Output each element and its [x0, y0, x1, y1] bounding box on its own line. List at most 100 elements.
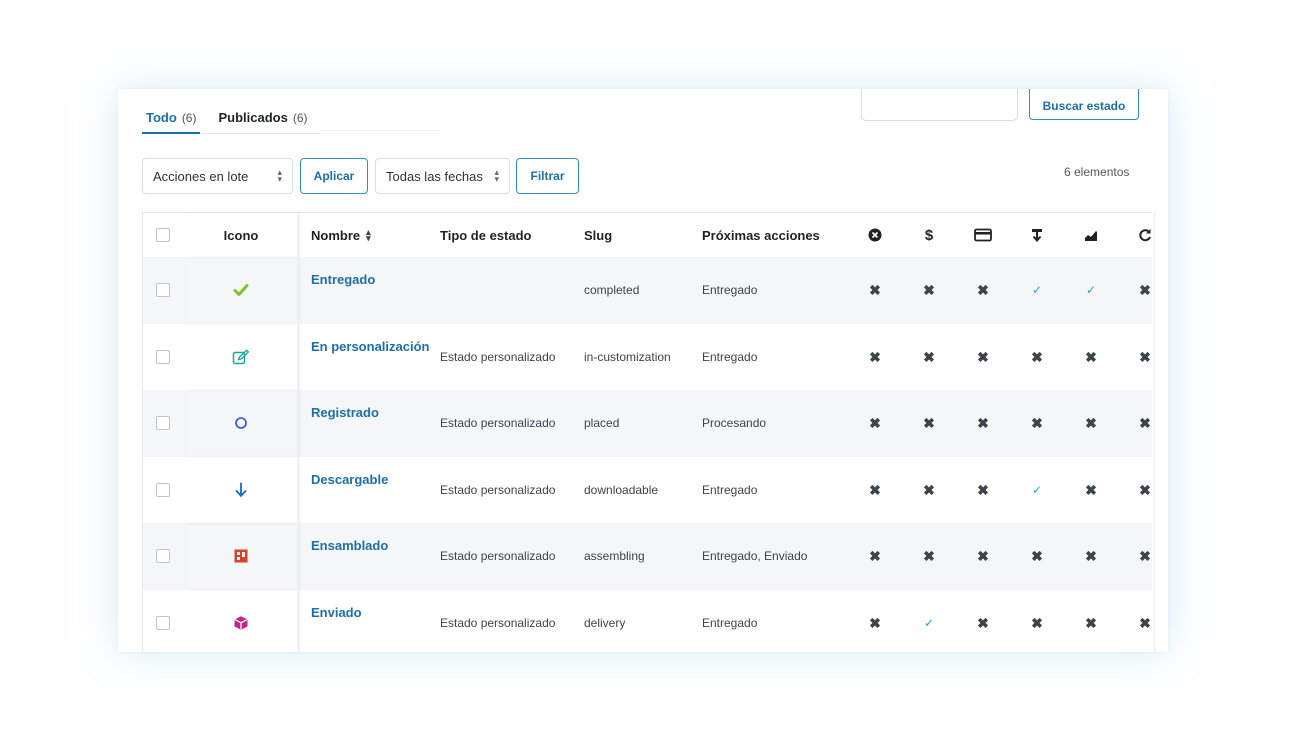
check-mark-icon: ✓	[1031, 482, 1043, 497]
row-flag-cancelled: ✖	[848, 257, 902, 324]
row-flag-paid: ✖	[902, 457, 956, 524]
row-flag-paid: ✖	[902, 390, 956, 457]
date-filter-select[interactable]: Todas las fechas ▴ ▾	[375, 158, 510, 194]
row-checkbox[interactable]	[156, 482, 170, 497]
row-name-cell: Enviado	[299, 590, 440, 653]
row-flag-cancelled: ✖	[848, 390, 902, 457]
search-input[interactable]	[861, 89, 1018, 121]
row-slug-cell: completed	[584, 257, 702, 324]
status-name-link[interactable]: Entregado	[311, 272, 375, 287]
row-flag-download: ✖	[1010, 590, 1064, 653]
row-name-cell: Descargable	[299, 457, 440, 524]
status-type: Estado personalizado	[440, 549, 556, 564]
x-mark-icon: ✖	[1139, 415, 1151, 432]
select-all-checkbox[interactable]	[156, 228, 170, 242]
row-checkbox[interactable]	[156, 549, 170, 564]
tab-published[interactable]: Publicados (6)	[214, 107, 311, 133]
row-icon-cell	[185, 257, 299, 324]
row-check-cell	[143, 523, 185, 590]
row-next-cell: Entregado	[702, 324, 848, 391]
status-name-link[interactable]: Registrado	[311, 405, 379, 420]
cancel-circle-icon	[868, 228, 882, 242]
row-flag-reports: ✖	[1064, 390, 1118, 457]
row-slug-cell: in-customization	[584, 324, 702, 391]
status-name-link[interactable]: En personalización	[311, 339, 429, 354]
row-flag-cancelled: ✖	[848, 590, 902, 653]
x-mark-icon: ✖	[869, 415, 881, 432]
table-row-assembling: Ensamblado Estado personalizado assembli…	[143, 523, 1152, 590]
row-flag-paid: ✖	[902, 324, 956, 391]
status-name-link[interactable]: Ensamblado	[311, 538, 388, 553]
download-icon	[1031, 228, 1043, 242]
header-type: Tipo de estado	[440, 227, 532, 243]
row-flag-paid: ✖	[902, 257, 956, 324]
sort-icon[interactable]: ▴ ▾	[366, 228, 371, 243]
search-status-button[interactable]: Buscar estado	[1029, 89, 1139, 120]
row-checkbox[interactable]	[156, 615, 170, 630]
row-icon-cell	[185, 323, 299, 390]
x-mark-icon: ✖	[869, 282, 881, 299]
row-flag-payment: ✖	[956, 257, 1010, 324]
arrow-down-icon	[235, 482, 247, 497]
header-name[interactable]: Nombre ▴ ▾	[299, 213, 440, 257]
row-flag-reports: ✖	[1064, 590, 1118, 653]
x-mark-icon: ✖	[1139, 614, 1151, 631]
row-next-cell: Procesando	[702, 390, 848, 457]
row-checkbox[interactable]	[156, 416, 170, 431]
apply-button[interactable]: Aplicar	[300, 158, 368, 194]
x-mark-icon: ✖	[1085, 548, 1097, 565]
status-tabs: Todo (6) Publicados (6)	[142, 107, 320, 134]
row-flag-payment: ✖	[956, 590, 1010, 653]
row-checkbox[interactable]	[156, 283, 170, 298]
tab-published-count: (6)	[292, 111, 308, 125]
status-slug: delivery	[584, 615, 626, 630]
header-flag-payment	[956, 213, 1010, 257]
status-name-link[interactable]: Enviado	[311, 605, 362, 620]
x-mark-icon: ✖	[1085, 614, 1097, 631]
x-mark-icon: ✖	[1139, 548, 1151, 565]
dollar-icon: $	[924, 226, 934, 244]
status-type: Estado personalizado	[440, 482, 556, 497]
row-flag-download: ✓	[1010, 257, 1064, 324]
x-mark-icon: ✖	[977, 614, 989, 631]
row-name-cell: En personalización	[299, 324, 440, 391]
check-mark-icon: ✓	[923, 615, 935, 630]
row-name-cell: Ensamblado	[299, 523, 440, 590]
row-flag-download: ✖	[1010, 390, 1064, 457]
status-slug: placed	[584, 416, 620, 431]
x-mark-icon: ✖	[869, 348, 881, 365]
x-mark-icon: ✖	[869, 548, 881, 565]
header-flag-cancelled	[848, 213, 902, 257]
filter-button[interactable]: Filtrar	[516, 158, 579, 194]
status-name-link[interactable]: Descargable	[311, 472, 388, 487]
row-flag-payment: ✖	[956, 523, 1010, 590]
row-checkbox[interactable]	[156, 349, 170, 364]
x-mark-icon: ✖	[1031, 548, 1043, 565]
table-row-in-customization: En personalización Estado personalizado …	[143, 323, 1152, 391]
x-mark-icon: ✖	[923, 548, 935, 565]
row-flag-reports: ✖	[1064, 523, 1118, 590]
status-next-actions: Entregado	[702, 615, 758, 630]
x-mark-icon: ✖	[1085, 481, 1097, 498]
status-type: Estado personalizado	[440, 349, 556, 364]
row-flag-cancelled: ✖	[848, 457, 902, 524]
x-mark-icon: ✖	[1139, 348, 1151, 365]
x-mark-icon: ✖	[869, 481, 881, 498]
table-body: Entregado completed Entregado ✖ ✖ ✖ ✓ ✓ ✖ En …	[143, 257, 1152, 652]
tab-all[interactable]: Todo (6)	[142, 107, 201, 134]
x-mark-icon: ✖	[977, 282, 989, 299]
status-next-actions: Procesando	[702, 416, 767, 431]
row-slug-cell: delivery	[584, 590, 702, 653]
x-mark-icon: ✖	[1139, 282, 1151, 299]
bulk-actions-select[interactable]: Acciones en lote ▴ ▾	[142, 158, 293, 194]
row-next-cell: Entregado	[702, 590, 848, 653]
credit-card-icon	[974, 228, 992, 242]
row-type-cell: Estado personalizado	[440, 390, 584, 457]
row-check-cell	[143, 590, 185, 653]
row-type-cell	[440, 257, 584, 324]
check-mark-icon: ✓	[1085, 283, 1097, 298]
bulk-actions-label: Acciones en lote	[153, 168, 249, 184]
x-mark-icon: ✖	[977, 548, 989, 565]
row-flag-reports: ✖	[1064, 457, 1118, 524]
row-flag-reports: ✓	[1064, 257, 1118, 324]
